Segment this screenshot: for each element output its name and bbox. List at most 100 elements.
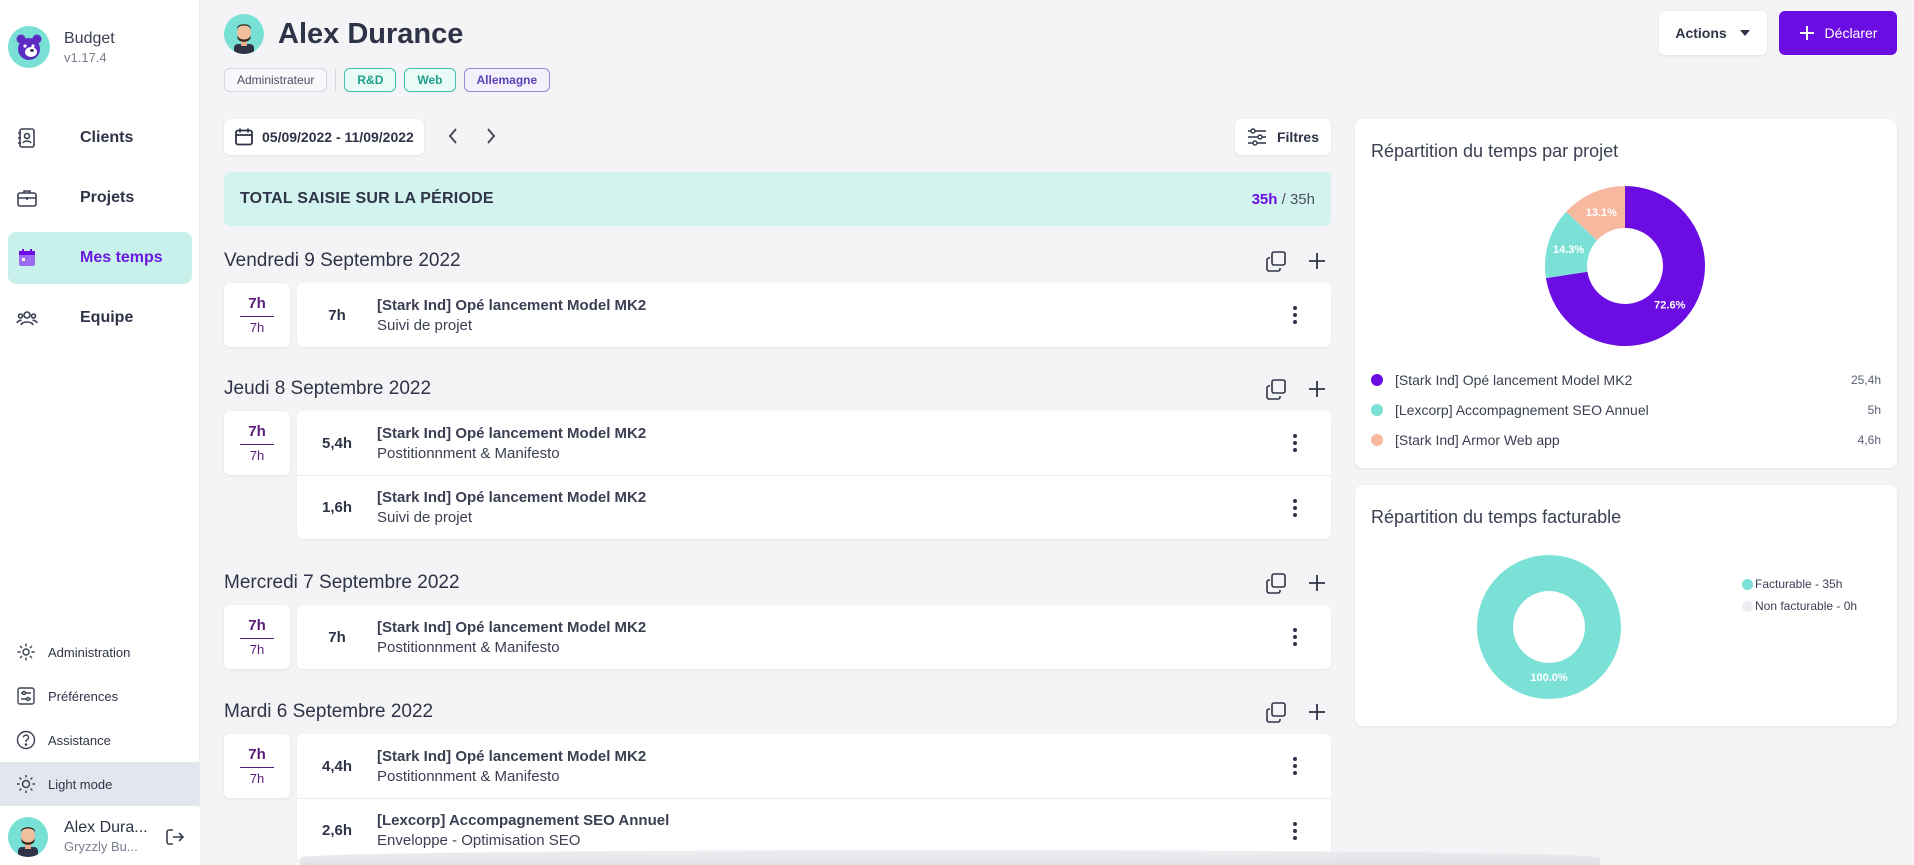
- legend-label: [Stark Ind] Armor Web app: [1395, 432, 1560, 448]
- sidebar-item-label: Projets: [80, 189, 135, 206]
- brand[interactable]: Budget v1.17.4: [8, 26, 115, 68]
- entry-project: [Stark Ind] Opé lancement Model MK2: [377, 489, 647, 506]
- add-icon[interactable]: [1307, 573, 1327, 593]
- sidebar-item-clients[interactable]: Clients: [8, 112, 192, 164]
- page-title: Alex Durance: [278, 17, 464, 50]
- add-icon[interactable]: [1307, 379, 1327, 399]
- chart-title: Répartition du temps facturable: [1371, 507, 1622, 527]
- day-total-hours: 7h: [248, 617, 266, 634]
- date-range-picker[interactable]: 05/09/2022 - 11/09/2022: [224, 119, 424, 155]
- more-vertical-icon[interactable]: [1283, 498, 1307, 518]
- sidebar-item-mes-temps[interactable]: Mes temps: [8, 232, 192, 284]
- tag-allemagne: Allemagne: [463, 68, 551, 92]
- period-total-banner: TOTAL SAISIE SUR LA PÉRIODE 35h / 35h: [224, 172, 1331, 226]
- day-header: Mercredi 7 Septembre 2022: [224, 568, 1331, 598]
- copy-icon[interactable]: [1265, 250, 1287, 272]
- more-vertical-icon[interactable]: [1283, 627, 1307, 647]
- time-entry[interactable]: 7h [Stark Ind] Opé lancement Model MK2 S…: [297, 283, 1331, 347]
- actions-button[interactable]: Actions: [1659, 11, 1767, 55]
- entry-task: Postitionnment & Manifesto: [377, 444, 560, 462]
- time-entry[interactable]: 7h [Stark Ind] Opé lancement Model MK2 P…: [297, 605, 1331, 669]
- entry-project: [Stark Ind] Opé lancement Model MK2: [377, 618, 647, 636]
- billable-time-card: Répartition du temps facturable 100.0% F…: [1355, 485, 1897, 726]
- add-icon[interactable]: [1307, 251, 1327, 271]
- entry-hours: 1,6h: [321, 499, 352, 516]
- more-vertical-icon[interactable]: [1283, 821, 1307, 841]
- copy-icon[interactable]: [1265, 701, 1287, 723]
- day-header: Mardi 6 Septembre 2022: [224, 697, 1331, 727]
- more-vertical-icon[interactable]: [1283, 756, 1307, 776]
- role-badge: Administrateur: [224, 68, 328, 92]
- copy-icon[interactable]: [1265, 378, 1287, 400]
- legend-label: [Stark Ind] Opé lancement Model MK2: [1395, 372, 1633, 388]
- more-vertical-icon[interactable]: [1283, 433, 1307, 453]
- entry-task: Suivi de projet: [377, 509, 473, 526]
- entry-hours: 2,6h: [321, 822, 352, 839]
- tag-rd: R&D: [344, 68, 397, 92]
- legend-swatch: [1371, 374, 1383, 386]
- divider: [240, 638, 274, 639]
- legend-item: [Stark Ind] Opé lancement Model MK2 25,4…: [1371, 372, 1881, 388]
- day-total: 7h 7h: [224, 411, 290, 475]
- day-total-target: 7h: [249, 448, 265, 463]
- avatar: [224, 14, 264, 54]
- sidebar-item-equipe[interactable]: Equipe: [8, 292, 192, 344]
- sidebar-item-label: Equipe: [80, 309, 134, 326]
- chart-title: Répartition du temps par projet: [1371, 141, 1619, 161]
- divider: [335, 68, 337, 92]
- legend-label: [Lexcorp] Accompagnement SEO Annuel: [1395, 402, 1649, 418]
- period-total-label: TOTAL SAISIE SUR LA PÉRIODE: [240, 190, 494, 207]
- billable-donut-chart: 100.0%: [1477, 555, 1621, 699]
- more-vertical-icon[interactable]: [1283, 305, 1307, 325]
- legend-swatch: [1371, 434, 1383, 446]
- day-total-hours: 7h: [248, 746, 266, 763]
- legend-label: Non facturable - 0h: [1755, 599, 1858, 613]
- sidebar-item-label: Clients: [80, 129, 134, 146]
- period-total-hours: 35h: [1251, 190, 1278, 208]
- user-name: Alex Dura...: [64, 819, 148, 836]
- day-total-hours: 7h: [248, 295, 266, 312]
- date-range-value: 05/09/2022 - 11/09/2022: [262, 129, 414, 145]
- legend-swatch: [1742, 600, 1753, 612]
- day-title: Vendredi 9 Septembre 2022: [224, 250, 461, 271]
- filters-button[interactable]: Filtres: [1235, 119, 1331, 155]
- sidebar-item-projets[interactable]: Projets: [8, 172, 192, 224]
- team-icon: [16, 307, 52, 329]
- sidebar: Budget v1.17.4 Clients Projets Mes temps: [0, 0, 200, 865]
- chevron-left-icon[interactable]: [446, 126, 460, 146]
- sidebar-item-assistance[interactable]: Assistance: [0, 718, 200, 762]
- chevron-right-icon[interactable]: [484, 126, 498, 146]
- period-total-target: / 35h: [1281, 190, 1315, 208]
- sidebar-item-label: Assistance: [48, 732, 111, 748]
- period-total-value: 35h / 35h: [1252, 191, 1315, 208]
- sidebar-item-label: Préférences: [48, 688, 119, 704]
- legend-value: 25,4h: [1850, 373, 1881, 387]
- slice-label: 13.1%: [1586, 207, 1617, 219]
- logout-icon[interactable]: [164, 826, 186, 848]
- sidebar-item-preferences[interactable]: Préférences: [0, 674, 200, 718]
- sidebar-item-label: Administration: [48, 644, 131, 660]
- day-header: Vendredi 9 Septembre 2022: [224, 246, 1331, 276]
- user-profile[interactable]: Alex Dura... Gryzzly Bu...: [0, 808, 200, 865]
- tag-web: Web: [404, 68, 456, 92]
- avatar: [8, 816, 48, 857]
- declare-button[interactable]: Déclarer: [1779, 11, 1897, 55]
- add-icon[interactable]: [1307, 702, 1327, 722]
- time-entry[interactable]: 1,6h [Stark Ind] Opé lancement Model MK2…: [297, 475, 1331, 539]
- day-total-target: 7h: [249, 642, 265, 657]
- entry-hours: 7h: [328, 306, 346, 324]
- time-entry[interactable]: 5,4h [Stark Ind] Opé lancement Model MK2…: [297, 411, 1331, 475]
- sidebar-item-administration[interactable]: Administration: [0, 630, 200, 674]
- light-mode-toggle[interactable]: Light mode: [0, 762, 200, 806]
- legend-value: 4,6h: [1857, 433, 1881, 447]
- time-entry[interactable]: 4,4h [Stark Ind] Opé lancement Model MK2…: [297, 734, 1331, 798]
- light-mode-label: Light mode: [48, 776, 113, 792]
- gear-icon: [16, 642, 36, 662]
- user-company: Gryzzly Bu...: [64, 839, 138, 854]
- copy-icon[interactable]: [1265, 572, 1287, 594]
- entry-task: Suivi de projet: [377, 316, 473, 334]
- divider: [240, 767, 274, 768]
- day-total: 7h 7h: [224, 605, 290, 669]
- main-nav: Clients Projets Mes temps Equipe: [8, 112, 192, 352]
- legend-swatch: [1742, 578, 1753, 590]
